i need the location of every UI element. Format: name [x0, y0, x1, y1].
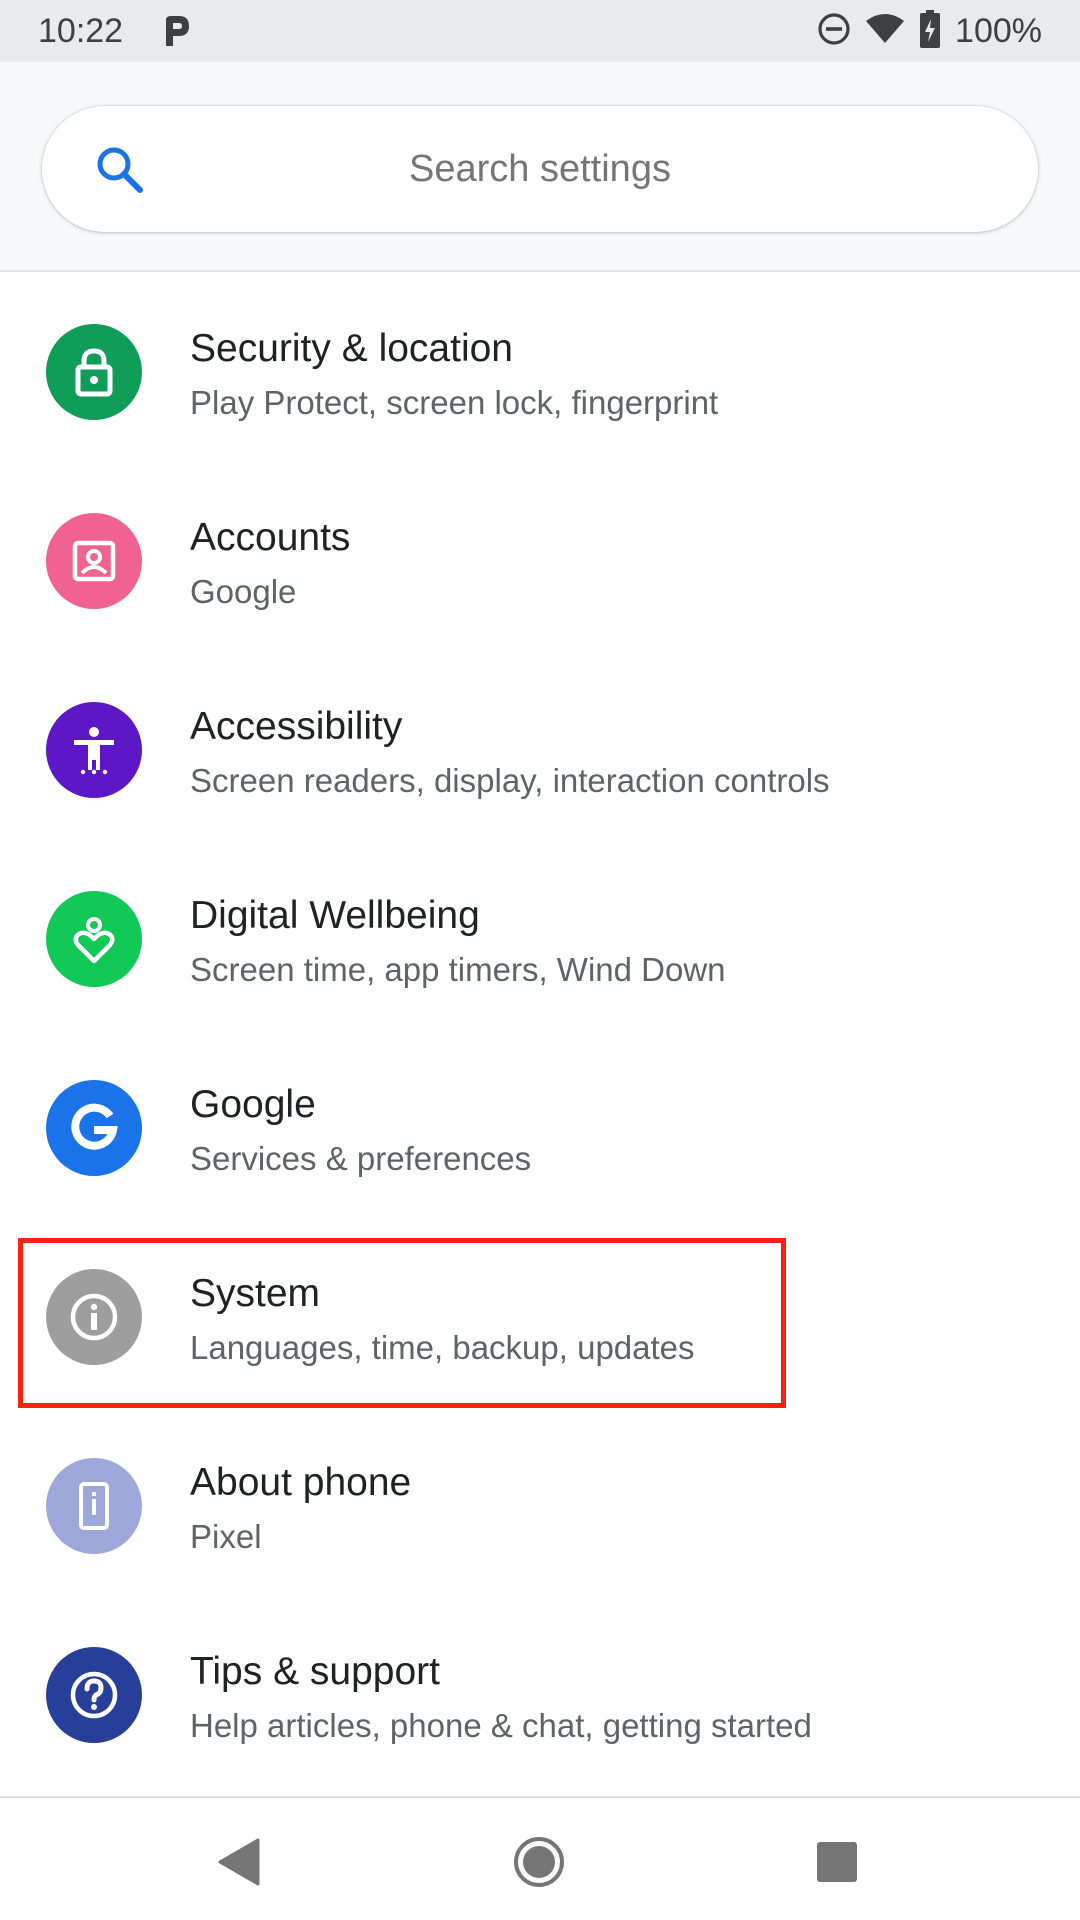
- item-title: Tips & support: [190, 1650, 440, 1693]
- settings-item-digital-wellbeing[interactable]: Digital Wellbeing Screen time, app timer…: [0, 843, 1080, 1032]
- status-icons: 100%: [817, 9, 1042, 53]
- item-subtitle: Screen readers, display, interaction con…: [190, 762, 830, 799]
- help-icon: [46, 1647, 142, 1743]
- search-area: [0, 62, 1080, 272]
- settings-item-google[interactable]: Google Services & preferences: [0, 1032, 1080, 1221]
- status-bar: 10:22 100%: [0, 0, 1080, 62]
- back-icon[interactable]: [210, 1832, 270, 1892]
- battery-percentage: 100%: [955, 12, 1042, 50]
- accessibility-icon: [46, 702, 142, 798]
- item-title: Security & location: [190, 327, 513, 370]
- item-subtitle: Screen time, app timers, Wind Down: [190, 951, 726, 988]
- item-subtitle: Pixel: [190, 1518, 262, 1555]
- item-subtitle: Play Protect, screen lock, fingerprint: [190, 384, 719, 421]
- settings-item-system[interactable]: System Languages, time, backup, updates: [0, 1221, 1080, 1410]
- battery-charging-icon: [919, 9, 941, 53]
- search-input[interactable]: [42, 146, 1038, 192]
- item-title: Accounts: [190, 516, 351, 559]
- search-icon: [92, 142, 148, 198]
- settings-item-accessibility[interactable]: Accessibility Screen readers, display, i…: [0, 654, 1080, 843]
- settings-item-tips-support[interactable]: Tips & support Help articles, phone & ch…: [0, 1599, 1080, 1788]
- phone-info-icon: [46, 1458, 142, 1554]
- google-g-icon: [46, 1080, 142, 1176]
- navigation-bar: [0, 1796, 1080, 1920]
- item-title: About phone: [190, 1461, 412, 1504]
- item-title: Digital Wellbeing: [190, 894, 480, 937]
- settings-item-security-location[interactable]: Security & location Play Protect, screen…: [0, 276, 1080, 465]
- lock-icon: [46, 324, 142, 420]
- recents-icon[interactable]: [807, 1832, 867, 1892]
- settings-list: Security & location Play Protect, screen…: [0, 276, 1080, 1788]
- parking-app-icon: [162, 14, 192, 48]
- settings-item-about-phone[interactable]: About phone Pixel: [0, 1410, 1080, 1599]
- do-not-disturb-icon: [817, 12, 851, 51]
- search-bar[interactable]: [42, 106, 1038, 232]
- item-subtitle: Help articles, phone & chat, getting sta…: [190, 1707, 812, 1744]
- item-subtitle: Google: [190, 573, 297, 610]
- account-box-icon: [46, 513, 142, 609]
- item-title: System: [190, 1272, 321, 1315]
- item-title: Accessibility: [190, 705, 403, 748]
- item-subtitle: Languages, time, backup, updates: [190, 1329, 695, 1366]
- wifi-icon: [865, 13, 905, 50]
- info-icon: [46, 1269, 142, 1365]
- settings-item-accounts[interactable]: Accounts Google: [0, 465, 1080, 654]
- home-icon[interactable]: [509, 1832, 569, 1892]
- item-title: Google: [190, 1083, 316, 1126]
- item-subtitle: Services & preferences: [190, 1140, 532, 1177]
- status-time: 10:22: [38, 12, 124, 50]
- wellbeing-heart-icon: [46, 891, 142, 987]
